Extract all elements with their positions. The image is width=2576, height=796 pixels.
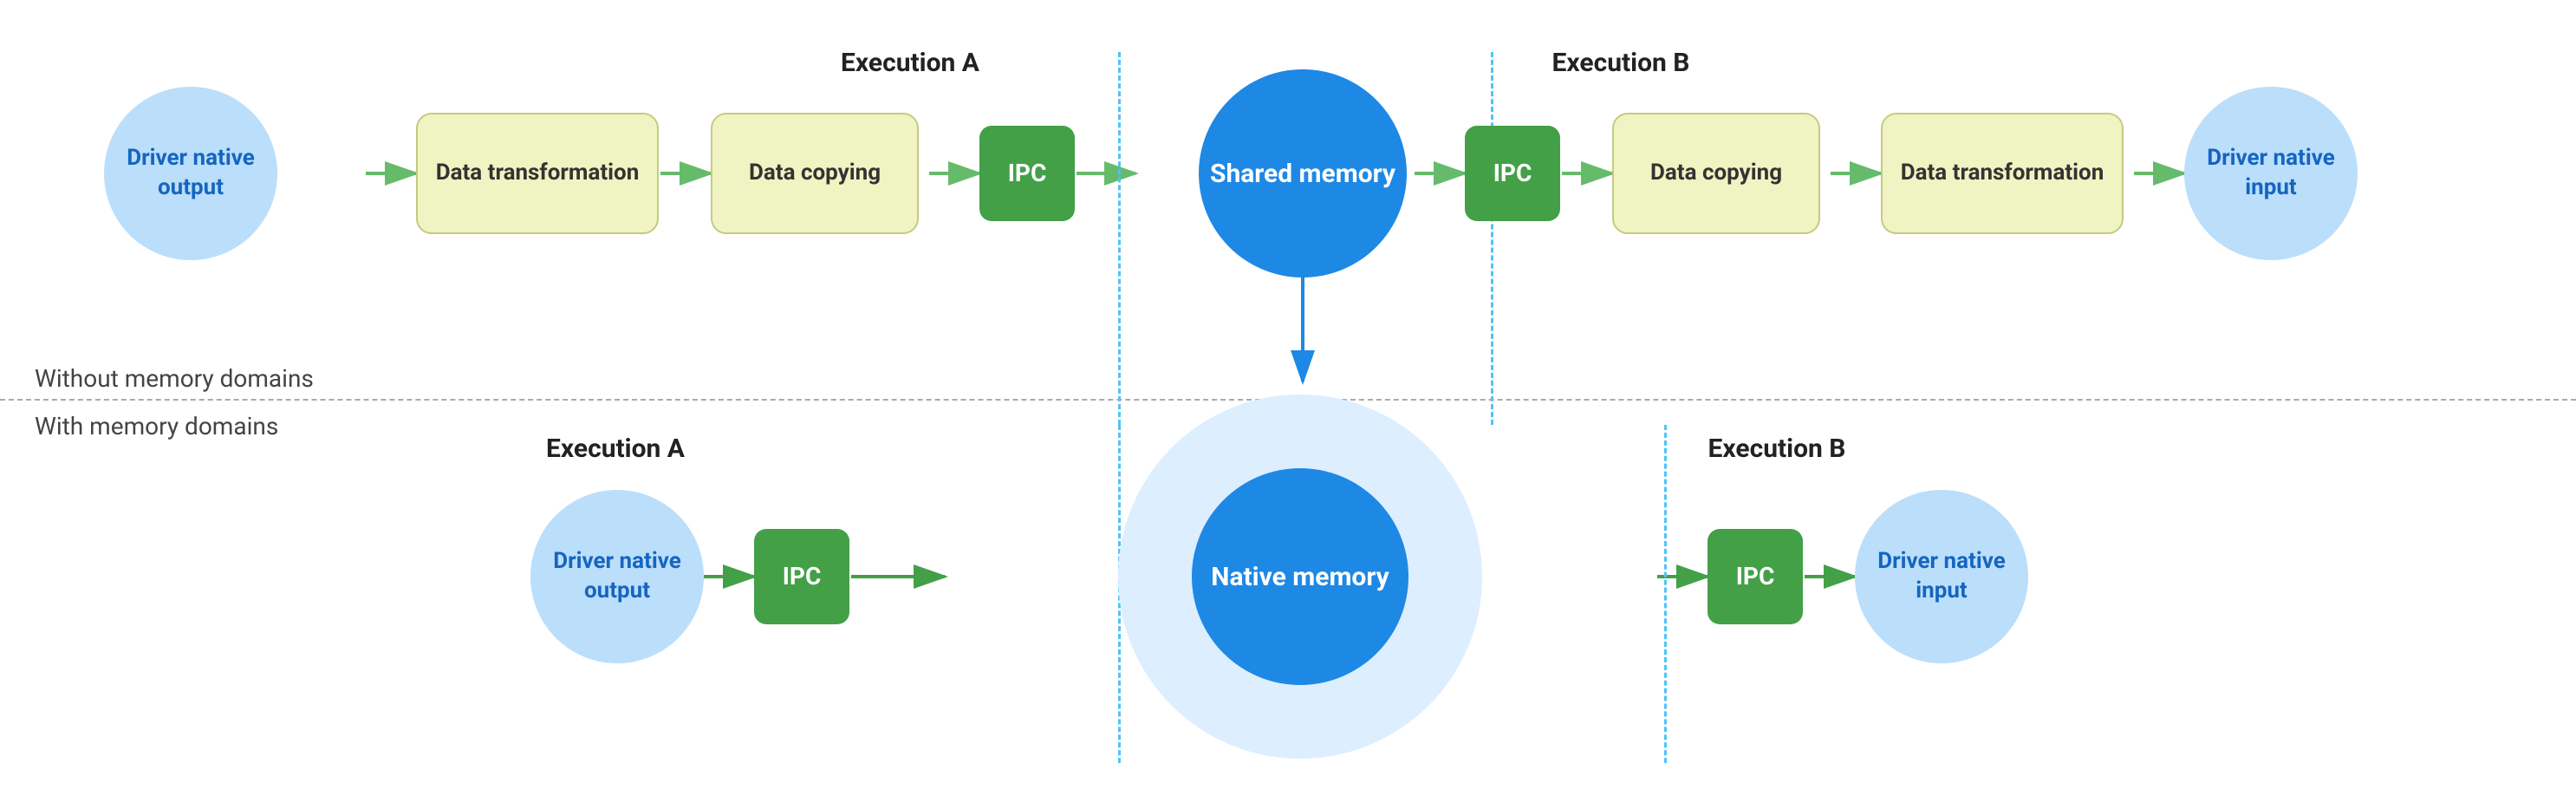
data-copying-right: Data copying — [1612, 113, 1820, 234]
exec-a-top-label: Execution A — [780, 48, 1040, 78]
shared-memory: Shared memory — [1199, 69, 1407, 277]
driver-native-output-top: Driver native output — [104, 87, 277, 260]
ipc-bot-left: IPC — [754, 529, 849, 624]
driver-native-output-bot: Driver native output — [530, 490, 704, 663]
data-transformation-right: Data transformation — [1881, 113, 2124, 234]
ipc-right-top: IPC — [1465, 126, 1560, 221]
with-memory-label: With memory domains — [35, 412, 278, 440]
driver-native-input-top: Driver native input — [2184, 87, 2358, 260]
data-transformation-left: Data transformation — [416, 113, 659, 234]
exec-b-top-label: Execution B — [1491, 48, 1751, 78]
without-memory-label: Without memory domains — [35, 364, 314, 393]
native-memory-inner: Native memory — [1192, 468, 1408, 685]
driver-native-input-bot: Driver native input — [1855, 490, 2028, 663]
data-copying-left: Data copying — [711, 113, 919, 234]
v-dashed-bot-right — [1664, 425, 1667, 763]
ipc-left-top: IPC — [979, 126, 1075, 221]
exec-a-bot-label: Execution A — [485, 434, 745, 464]
v-dashed-left — [1118, 52, 1121, 425]
v-dashed-right — [1491, 52, 1493, 425]
exec-b-bot-label: Execution B — [1647, 434, 1907, 464]
diagram-container: Execution A Execution B Driver native ou… — [0, 0, 2576, 796]
ipc-bot-right: IPC — [1708, 529, 1803, 624]
